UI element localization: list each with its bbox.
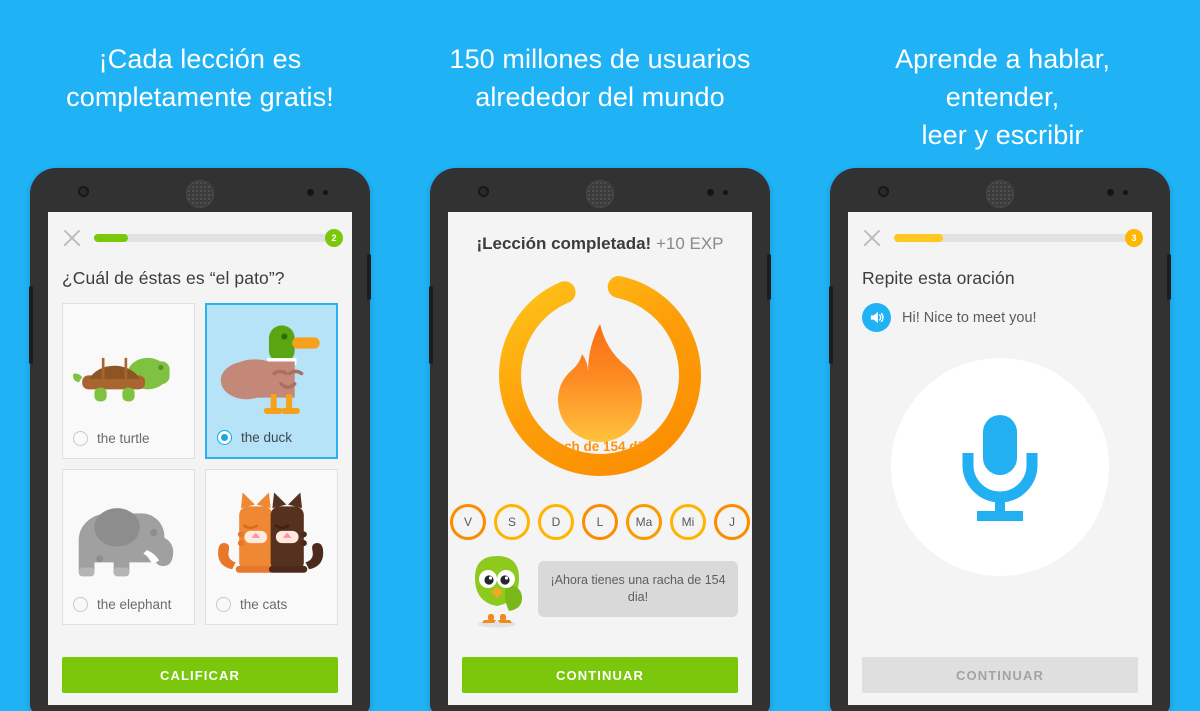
answer-card-elephant[interactable]: the elephant — [62, 469, 195, 625]
answer-card-cats[interactable]: the cats — [205, 469, 338, 625]
headline-1-line-1: ¡Cada lección es — [98, 44, 302, 74]
exp-earned-label: +10 EXP — [651, 234, 724, 253]
speaker-icon[interactable] — [862, 303, 891, 332]
weekday-circle: D — [538, 504, 574, 540]
sentence-text: Hi! Nice to meet you! — [902, 309, 1037, 326]
streak-ring: rach de 154 día — [493, 268, 707, 482]
mascot-message-row: ¡Ahora tienes una racha de 154 dia! — [448, 540, 752, 628]
earpiece-speaker-icon — [186, 180, 214, 208]
phone-3-left-button — [829, 286, 833, 364]
question-prompt: ¿Cuál de éstas es “el pato”? — [62, 268, 285, 288]
lesson-progress-badge-1: 2 — [325, 229, 343, 247]
duo-owl-mascot — [466, 550, 528, 628]
headline-2-line-2: alrededor del mundo — [475, 82, 725, 112]
streak-label: rach de 154 día — [551, 439, 649, 454]
answer-card-turtle-footer: the turtle — [63, 431, 194, 458]
answer-label-duck: the duck — [241, 430, 293, 445]
phone-mockup-1: 2 ¿Cuál de éstas es “el pato”? the turtl… — [29, 168, 371, 711]
phone-3-cta-wrap: CONTINUAR — [848, 647, 1152, 705]
headline-3-line-2: leer y escribir — [921, 120, 1084, 150]
answer-card-turtle[interactable]: the turtle — [62, 303, 195, 459]
proximity-sensor-icon — [1107, 189, 1114, 196]
front-camera-icon — [878, 186, 889, 197]
front-camera-icon — [478, 186, 489, 197]
phone-1-left-button — [29, 286, 33, 364]
lesson-complete-label: ¡Lección completada! — [476, 234, 652, 253]
radio-cats[interactable] — [216, 597, 231, 612]
calificar-button[interactable]: CALIFICAR — [62, 657, 338, 693]
microphone-button[interactable] — [891, 358, 1109, 576]
weekday-circle: S — [494, 504, 530, 540]
headline-1: ¡Cada lección es completamente gratis! — [40, 40, 360, 116]
radio-turtle[interactable] — [73, 431, 88, 446]
lesson-progress-badge-3: 3 — [1125, 229, 1143, 247]
weekday-circle: L — [582, 504, 618, 540]
phone-3-right-button — [1167, 254, 1171, 300]
weekday-circle: Mi — [670, 504, 706, 540]
turtle-illustration — [63, 304, 194, 431]
phone-3-bezel — [830, 168, 1170, 212]
front-camera-icon — [78, 186, 89, 197]
phone-2-right-button — [767, 254, 771, 300]
weekday-circle: J — [714, 504, 750, 540]
elephant-illustration — [63, 470, 194, 597]
light-sensor-icon — [323, 190, 328, 195]
earpiece-speaker-icon — [586, 180, 614, 208]
continuar-button[interactable]: CONTINUAR — [462, 657, 738, 693]
headline-2: 150 millones de usuarios alrededor del m… — [440, 40, 760, 116]
proximity-sensor-icon — [307, 189, 314, 196]
cats-illustration — [206, 470, 337, 597]
phone-1-screen: 2 ¿Cuál de éstas es “el pato”? the turtl… — [48, 212, 352, 705]
phone-2-bezel — [430, 168, 770, 212]
headline-3: Aprende a hablar, entender, leer y escri… — [835, 40, 1170, 154]
weekday-circle: Ma — [626, 504, 662, 540]
light-sensor-icon — [1123, 190, 1128, 195]
phone-3-screen: 3 Repite esta oración Hi! Nice to meet y… — [848, 212, 1152, 705]
phone-1-bezel — [30, 168, 370, 212]
lesson-progress-fill-1 — [94, 234, 129, 242]
answer-card-duck-footer: the duck — [207, 430, 336, 457]
answer-card-elephant-footer: the elephant — [63, 597, 194, 624]
weekday-circle: V — [450, 504, 486, 540]
close-icon[interactable] — [862, 228, 882, 248]
lesson-topbar-1: 2 — [48, 212, 352, 248]
light-sensor-icon — [723, 190, 728, 195]
answer-card-duck[interactable]: the duck — [205, 303, 338, 459]
lesson-topbar-3: 3 — [848, 212, 1152, 248]
radio-duck[interactable] — [217, 430, 232, 445]
radio-elephant[interactable] — [73, 597, 88, 612]
microphone-icon — [962, 415, 1038, 521]
headline-1-line-2: completamente gratis! — [66, 82, 334, 112]
proximity-sensor-icon — [707, 189, 714, 196]
flame-icon — [558, 324, 642, 442]
duck-illustration — [207, 305, 336, 430]
headline-2-line-1: 150 millones de usuarios — [449, 44, 751, 74]
answer-label-cats: the cats — [240, 597, 288, 612]
headline-3-line-1: Aprende a hablar, entender, — [895, 44, 1110, 112]
lesson-progress-bar-3: 3 — [894, 229, 1143, 247]
phone-2-left-button — [429, 286, 433, 364]
lesson-complete-title: ¡Lección completada! +10 EXP — [448, 212, 752, 254]
answer-choices-grid: the turtle the duck the elephant the cat… — [48, 289, 352, 625]
weekday-streak-row: V S D L Ma Mi J — [448, 504, 752, 540]
phone-mockup-2: ¡Lección completada! +10 EXP rach de 154… — [429, 168, 771, 711]
lesson-progress-bar-1: 2 — [94, 229, 343, 247]
close-icon[interactable] — [62, 228, 82, 248]
answer-card-cats-footer: the cats — [206, 597, 337, 624]
answer-label-elephant: the elephant — [97, 597, 172, 612]
answer-label-turtle: the turtle — [97, 431, 150, 446]
promo-banner: ¡Cada lección es completamente gratis! 1… — [0, 0, 1200, 711]
sentence-row: Hi! Nice to meet you! — [848, 289, 1152, 332]
phone-2-screen: ¡Lección completada! +10 EXP rach de 154… — [448, 212, 752, 705]
earpiece-speaker-icon — [986, 180, 1014, 208]
phone-1-right-button — [367, 254, 371, 300]
lesson-progress-fill-3 — [894, 234, 943, 242]
phone-2-cta-wrap: CONTINUAR — [448, 647, 752, 705]
speaking-prompt: Repite esta oración — [862, 268, 1015, 288]
continuar-button-disabled[interactable]: CONTINUAR — [862, 657, 1138, 693]
phone-1-cta-wrap: CALIFICAR — [48, 647, 352, 705]
streak-message-bubble: ¡Ahora tienes una racha de 154 dia! — [538, 561, 738, 617]
phone-mockup-3: 3 Repite esta oración Hi! Nice to meet y… — [829, 168, 1171, 711]
